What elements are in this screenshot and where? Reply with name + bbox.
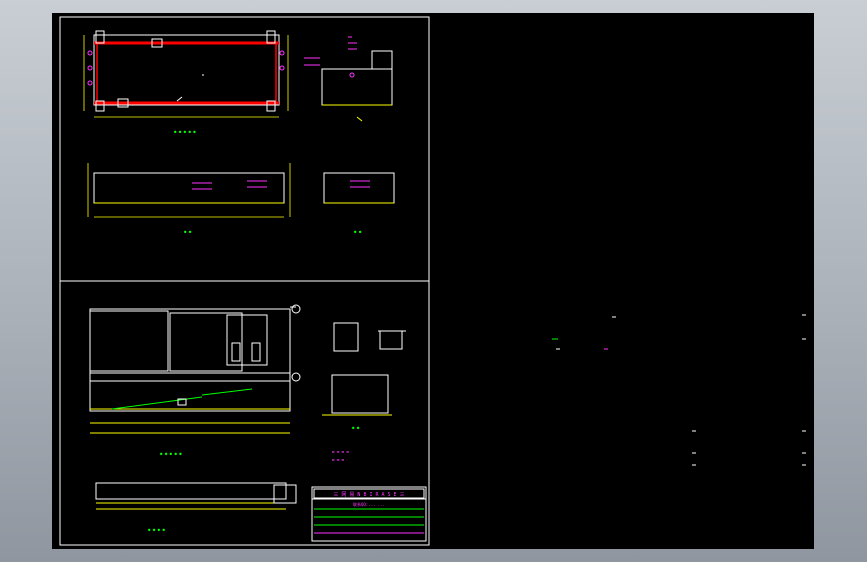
plan-view-top: ● ● ● ● ●	[83, 30, 320, 134]
elevation-left: ● ●	[87, 163, 291, 234]
title-block-heading: 三 网 易 N B I R A S E 三	[333, 492, 404, 498]
svg-text:● ●: ● ●	[184, 229, 192, 234]
svg-text:● ● ● ●: ● ● ● ●	[148, 527, 165, 532]
elevation-right: ● ●	[323, 172, 395, 234]
svg-text:▬ ▬ ▬: ▬ ▬ ▬	[332, 457, 345, 462]
drawing-canvas[interactable]: ● ● ● ● ● ● ● ● ● ● ● ● ● ● ● ● ▬ ▬ ▬ ▬ …	[52, 13, 814, 549]
svg-text:● ● ● ● ●: ● ● ● ● ●	[174, 129, 196, 134]
svg-text:▬ ▬ ▬ ▬: ▬ ▬ ▬ ▬	[332, 449, 349, 454]
svg-text:● ●: ● ●	[354, 229, 362, 234]
section-view-top-right	[321, 36, 393, 122]
bottom-strip: ● ● ● ●	[95, 482, 297, 532]
svg-text:● ● ● ● ●: ● ● ● ● ●	[160, 451, 182, 456]
floor-plan-bottom: ● ● ● ● ●	[89, 304, 301, 456]
right-area-marks	[552, 314, 806, 466]
svg-text:● ●: ● ●	[352, 425, 360, 430]
title-block: 三 网 易 N B I R A S E 三 联系QQ:... ...	[311, 486, 427, 542]
title-block-subline: 联系QQ:... ...	[353, 501, 385, 507]
details-right: ● ● ▬ ▬ ▬ ▬ ▬ ▬ ▬	[322, 322, 406, 462]
cad-drawing: ● ● ● ● ● ● ● ● ● ● ● ● ● ● ● ● ▬ ▬ ▬ ▬ …	[59, 16, 806, 546]
